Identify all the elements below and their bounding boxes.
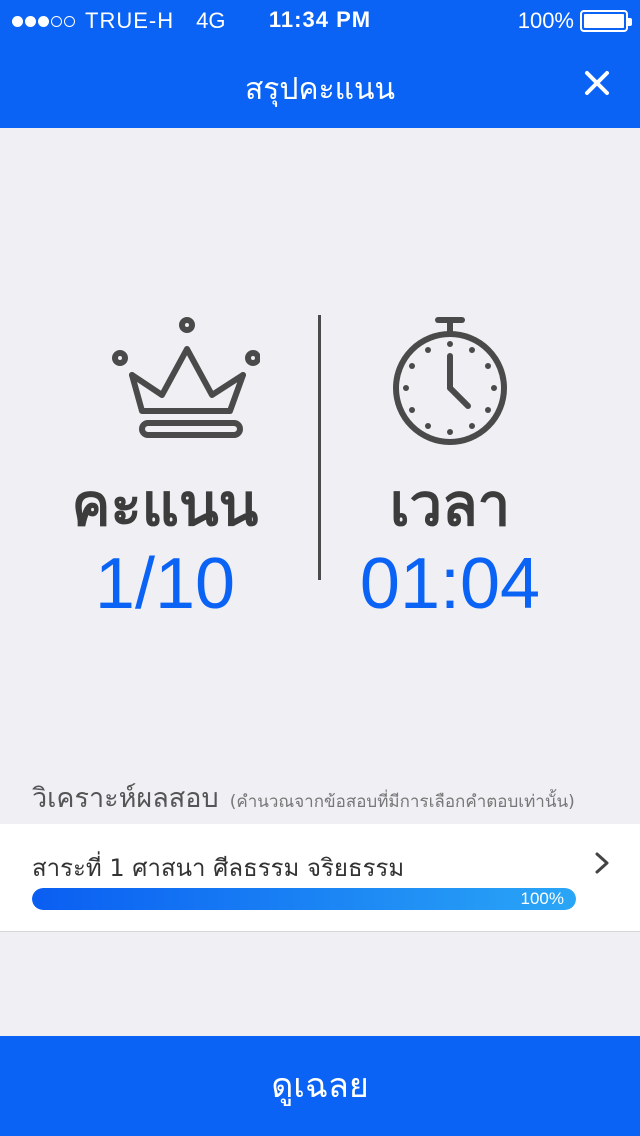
time-label: เวลา <box>389 471 511 539</box>
progress-percent: 100% <box>520 889 564 908</box>
close-icon[interactable] <box>582 68 612 98</box>
progress-bar: 100% <box>32 888 576 910</box>
time-value: 01:04 <box>359 544 541 624</box>
score-label: คะแนน <box>71 471 259 539</box>
analysis-header: วิเคราะห์ผลสอบ (คำนวณจากข้อสอบที่มีการเล… <box>32 776 622 819</box>
battery-info: 100% <box>517 8 632 34</box>
subject-row[interactable]: สาระที่ 1 ศาสนา ศีลธรรม จริยธรรม 100% <box>0 824 640 932</box>
stopwatch-icon <box>393 317 507 445</box>
battery-icon <box>580 10 632 32</box>
status-bar: TRUE-H 4G 11:34 PM 100% <box>0 0 640 40</box>
score-summary: คะแนน 1/10 เวลา 01:04 <box>0 128 640 748</box>
chevron-right-icon <box>595 852 609 874</box>
crown-icon <box>112 317 260 438</box>
page-title: สรุปคะแนน <box>245 72 395 107</box>
battery-percent: 100% <box>517 8 574 33</box>
score-value: 1/10 <box>94 544 236 624</box>
nav-bar: สรุปคะแนน <box>0 40 640 128</box>
view-answers-button[interactable]: ดูเฉลย <box>0 1036 640 1136</box>
subject-name: สาระที่ 1 ศาสนา ศีลธรรม จริยธรรม <box>32 854 405 882</box>
analysis-title: วิเคราะห์ผลสอบ <box>32 783 219 814</box>
progress-fill <box>32 888 576 910</box>
analysis-note: (คำนวณจากข้อสอบที่มีการเลือกคำตอบเท่านั้… <box>229 792 575 812</box>
